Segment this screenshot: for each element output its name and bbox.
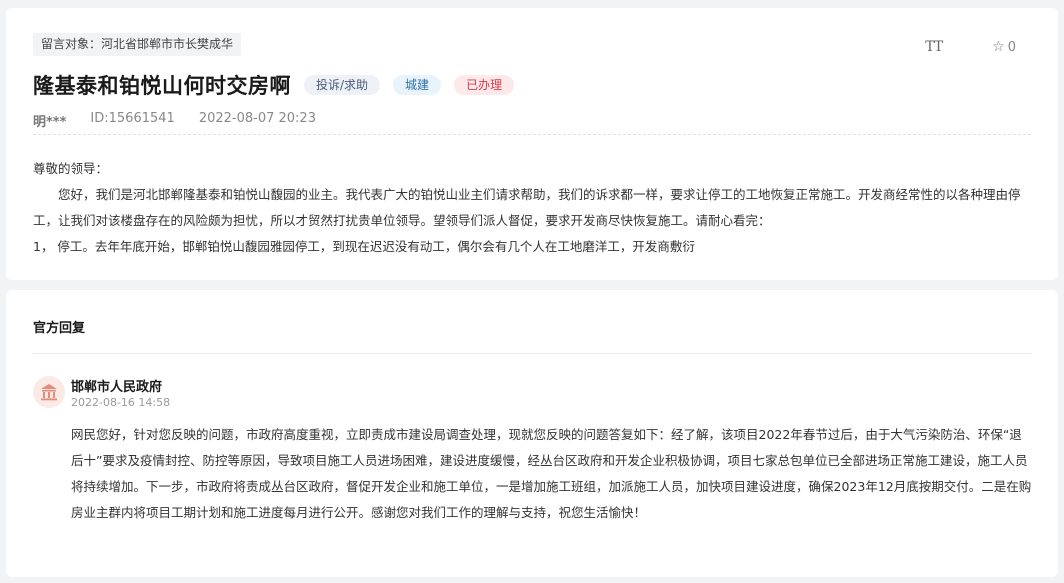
toolbar: TT ☆ 0 — [925, 39, 1016, 55]
reply-heading: 官方回复 — [33, 321, 86, 336]
message-id: ID:15661541 — [90, 111, 175, 126]
message-content: 尊敬的领导： 您好，我们是河北邯郸隆基泰和铂悦山馥园的业主。我代表广大的铂悦山业… — [33, 156, 1034, 260]
message-greeting: 尊敬的领导： — [33, 161, 109, 176]
status-badge: 已办理 — [454, 75, 515, 95]
government-building-icon — [41, 384, 57, 401]
message-card: 留言对象：河北省邯郸市市长樊成华 TT ☆ 0 隆基泰和铂悦山何时交房啊 投诉/… — [6, 8, 1058, 280]
divider — [33, 134, 1031, 135]
message-meta: 明*** ID:15661541 2022-08-07 20:23 — [33, 111, 316, 130]
reply-time: 2022-08-16 14:58 — [71, 396, 171, 409]
reply-org-name: 邯郸市人民政府 — [71, 380, 163, 395]
divider — [33, 353, 1031, 354]
type-tag: 投诉/求助 — [304, 75, 381, 95]
avatar — [33, 376, 65, 408]
reply-content: 网民您好，针对您反映的问题，市政府高度重视，立即责成市建设局调查处理，现就您反映… — [71, 422, 1034, 526]
author-name: 明*** — [33, 115, 67, 130]
reply-card: 官方回复 邯郸市人民政府 2022-08-16 14:58 网民您好，针对您反映… — [6, 290, 1058, 577]
page-title: 隆基泰和铂悦山何时交房啊 — [33, 74, 291, 98]
title-row: 隆基泰和铂悦山何时交房啊 投诉/求助 城建 已办理 — [33, 70, 515, 100]
favorite-count: 0 — [1007, 39, 1016, 55]
favorite-button[interactable]: ☆ 0 — [992, 39, 1016, 55]
reply-paragraph: 网民您好，针对您反映的问题，市政府高度重视，立即责成市建设局调查处理，现就您反映… — [71, 427, 1032, 520]
star-icon: ☆ — [992, 39, 1005, 55]
category-tag: 城建 — [393, 75, 442, 95]
message-paragraph: 1， 停工。去年年底开始，邯郸铂悦山馥园雅园停工，到现在迟迟没有动工，偶尔会有几… — [33, 239, 695, 254]
message-paragraph: 您好，我们是河北邯郸隆基泰和铂悦山馥园的业主。我代表广大的铂悦山业主们请求帮助，… — [33, 187, 1021, 228]
font-size-icon[interactable]: TT — [925, 39, 943, 55]
message-datetime: 2022-08-07 20:23 — [198, 111, 316, 126]
message-target: 留言对象：河北省邯郸市市长樊成华 — [33, 33, 242, 56]
